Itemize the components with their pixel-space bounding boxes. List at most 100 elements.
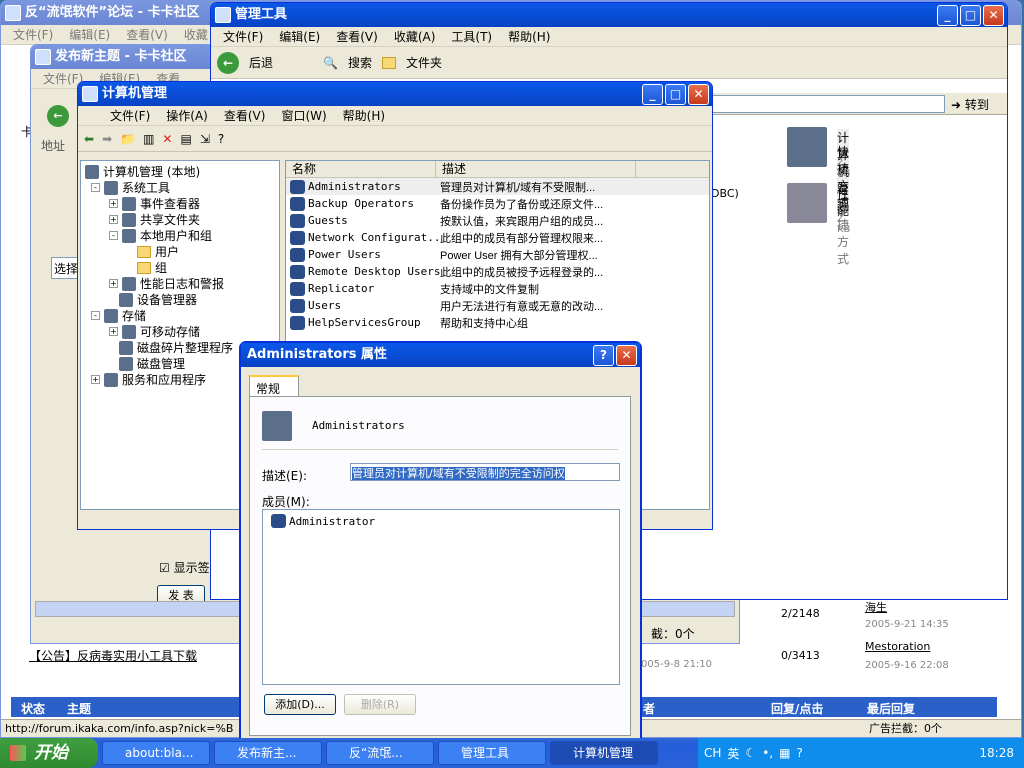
cm-title-bar[interactable]: 计算机管理 _ □ ✕ [78,82,712,106]
address-input[interactable] [711,95,945,113]
export-icon[interactable]: ⇲ [200,132,210,146]
delete-icon[interactable]: ✕ [162,132,172,146]
close-button[interactable]: ✕ [688,84,709,105]
tree-node[interactable]: 计算机管理 (本地) [85,163,200,180]
taskbar-item[interactable]: 计算机管理 [550,741,658,765]
col-name[interactable]: 名称 [286,161,436,177]
tree-node[interactable]: - 存储 [91,307,146,324]
expander-icon[interactable]: - [109,231,118,240]
keyboard-icon[interactable]: ▦ [779,746,790,760]
expander-icon[interactable]: + [109,199,118,208]
notice-link[interactable]: 【公告】反病毒实用小工具下载 [29,647,197,664]
maximize-button[interactable]: □ [960,5,981,26]
menu-item[interactable]: 操作(A) [158,107,216,124]
expander-icon[interactable]: + [91,375,100,384]
tree-node[interactable]: 组 [137,259,167,276]
back-arrow-icon[interactable]: ← [217,51,239,74]
moon-icon[interactable]: ☾ [745,746,756,760]
divider [262,449,618,450]
minimize-button[interactable]: _ [937,5,958,26]
start-button[interactable]: 开始 [0,738,98,768]
menu-item[interactable]: 帮助(H) [500,28,558,45]
tree-node[interactable]: + 可移动存储 [109,323,200,340]
group-desc: 此组中的成员被授予远程登录的... [440,266,604,279]
close-button[interactable]: ✕ [983,5,1004,26]
menu-item[interactable]: 工具(T) [443,28,500,45]
punctuation-icon[interactable]: •, [762,746,773,760]
expander-icon[interactable]: - [91,311,100,320]
expander-icon[interactable]: + [109,327,118,336]
maximize-button[interactable]: □ [665,84,686,105]
tab-general[interactable]: 常规 [249,375,299,397]
add-button[interactable]: 添加(D)... [264,694,336,715]
ime-mode[interactable]: 英 [727,745,739,762]
taskbar-item[interactable]: 反“流氓... [326,741,434,765]
signature-checkbox[interactable]: ☑ 显示签 [159,559,210,576]
group-row[interactable]: Network Configurat... 此组中的成员有部分管理权限来... [286,229,709,246]
group-row[interactable]: Replicator 支持域中的文件复制 [286,280,709,297]
menu-item[interactable]: 查看(V) [328,28,386,45]
tree-node[interactable]: + 事件查看器 [109,195,200,212]
back-button[interactable]: 后退 [249,54,273,71]
menu-item[interactable]: 编辑(E) [271,28,328,45]
tree-node[interactable]: 设备管理器 [119,291,197,308]
expander-icon[interactable]: + [109,215,118,224]
taskbar-item[interactable]: about:bla... [102,741,210,765]
taskbar-item[interactable]: 发布新主... [214,741,322,765]
desc-field[interactable]: 管理员对计算机/域有不受限制的完全访问权 [350,463,620,481]
cm-menubar: 文件(F) 操作(A) 查看(V) 窗口(W) 帮助(H) [78,106,712,126]
group-row[interactable]: Backup Operators 备份操作员为了备份或还原文件... [286,195,709,212]
menu-item[interactable]: 窗口(W) [273,107,334,124]
tree-node[interactable]: 磁盘碎片整理程序 [119,339,233,356]
back-arrow-icon[interactable]: ← [47,105,69,127]
dialog-title-bar[interactable]: Administrators 属性 ? ✕ [241,343,640,367]
menu-item[interactable]: 文件(F) [102,107,158,124]
row1-user[interactable]: 海生 [865,599,887,615]
menu-item[interactable]: 收藏(A) [386,28,444,45]
row2-user[interactable]: Mestoration [865,640,930,653]
menu-item[interactable]: 查看(V) [216,107,274,124]
menu-item[interactable]: 帮助(H) [335,107,393,124]
ime-indicator[interactable]: CH [704,746,721,760]
menu-item[interactable]: 编辑(E) [61,26,118,43]
search-button[interactable]: 搜索 [348,54,372,71]
members-list[interactable]: Administrator [262,509,620,685]
group-row[interactable]: Administrators 管理员对计算机/域有不受限制... [286,178,709,195]
member-item[interactable]: Administrator [263,510,619,532]
tree-node[interactable]: + 服务和应用程序 [91,371,206,388]
group-row[interactable]: Users 用户无法进行有意或无意的改动... [286,297,709,314]
computer-management-icon [787,127,827,167]
tree-node[interactable]: - 本地用户和组 [109,227,212,244]
menu-item[interactable]: 文件(F) [215,28,271,45]
menu-item[interactable]: 文件(F) [5,26,61,43]
remove-button[interactable]: 删除(R) [344,694,416,715]
up-folder-icon[interactable]: 📁 [120,132,135,146]
minimize-button[interactable]: _ [642,84,663,105]
close-button[interactable]: ✕ [616,345,637,366]
group-row[interactable]: Power Users Power User 拥有大部分管理权... [286,246,709,263]
tree-node[interactable]: + 性能日志和警报 [109,275,224,292]
go-button[interactable]: ➜ 转到 [951,96,989,113]
tools-title-bar[interactable]: 管理工具 _ □ ✕ [211,3,1007,27]
expander-icon[interactable]: - [91,183,100,192]
tree-node[interactable]: 用户 [137,243,179,260]
help-icon[interactable]: ? [218,132,224,146]
forward-arrow-icon[interactable]: ➡ [102,132,112,146]
help-tray-icon[interactable]: ? [796,746,802,760]
help-button[interactable]: ? [593,345,614,366]
group-row[interactable]: Remote Desktop Users 此组中的成员被授予远程登录的... [286,263,709,280]
back-arrow-icon[interactable]: ⬅ [84,132,94,146]
tree-node[interactable]: - 系统工具 [91,179,170,196]
folders-button[interactable]: 文件夹 [406,54,442,71]
show-tree-icon[interactable]: ▥ [143,132,154,146]
expander-icon[interactable]: + [109,279,118,288]
menu-item[interactable]: 查看(V) [118,26,176,43]
group-row[interactable]: HelpServicesGroup 帮助和支持中心组 [286,314,709,331]
col-desc[interactable]: 描述 [436,161,636,177]
ie-icon [5,5,21,21]
group-row[interactable]: Guests 按默认值，来宾跟用户组的成员... [286,212,709,229]
tree-node[interactable]: 磁盘管理 [119,355,185,372]
taskbar-item[interactable]: 管理工具 [438,741,546,765]
properties-icon[interactable]: ▤ [180,132,191,146]
tree-node[interactable]: + 共享文件夹 [109,211,200,228]
